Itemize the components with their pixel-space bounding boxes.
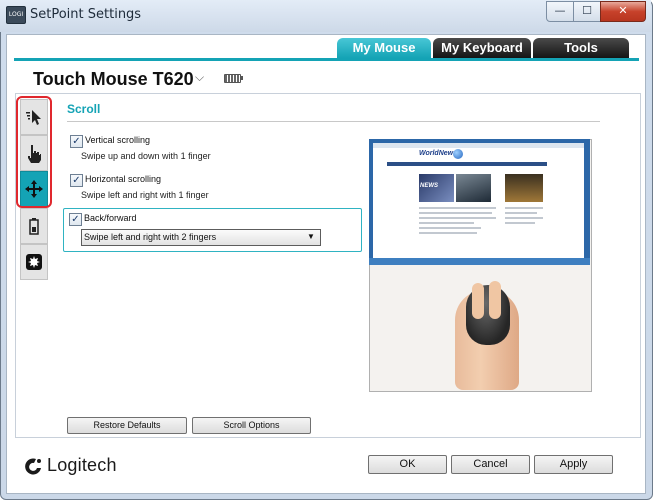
preview-text-line (419, 232, 477, 234)
preview-text-line (419, 227, 481, 229)
scroll-options-button[interactable]: Scroll Options (192, 417, 311, 434)
cancel-button[interactable]: Cancel (451, 455, 530, 474)
dropdown-arrow-icon[interactable]: ▼ (307, 232, 315, 241)
vertical-scrolling-description: Swipe up and down with 1 finger (81, 151, 211, 161)
tab-tools[interactable]: Tools (533, 38, 629, 58)
side-tabs-highlight (16, 96, 52, 208)
horizontal-scrolling-description: Swipe left and right with 1 finger (81, 190, 209, 200)
settings-icon (26, 254, 42, 270)
preview-news-headline: NEWS (420, 183, 438, 189)
preview-text-line (456, 207, 496, 209)
chevron-down-icon[interactable]: ⌵ (195, 70, 204, 85)
preview-text-line (505, 212, 537, 214)
finger-illustration (472, 283, 484, 319)
window-title: SetPoint Settings (30, 7, 142, 22)
preview-taskbar (369, 258, 590, 265)
battery-icon (29, 218, 39, 235)
back-forward-select-value: Swipe left and right with 2 fingers (84, 232, 217, 242)
globe-icon (453, 149, 463, 159)
horizontal-scrolling-checkbox[interactable]: ✓ (70, 174, 83, 187)
maximize-button[interactable]: ☐ (573, 1, 601, 22)
preview-text-line (456, 212, 492, 214)
side-tab-settings[interactable] (20, 244, 48, 280)
tab-my-keyboard[interactable]: My Keyboard (433, 38, 531, 58)
vertical-scrolling-checkbox[interactable]: ✓ (70, 135, 83, 148)
preview-text-line (419, 222, 474, 224)
brand-name: Logitech (47, 455, 117, 475)
preview-text-line (456, 217, 496, 219)
preview-photo-image (456, 174, 491, 202)
logitech-logo-icon (25, 458, 41, 475)
preview-text-line (505, 217, 543, 219)
minimize-button[interactable]: — (546, 1, 574, 22)
preview-site-logo: WorldNews (419, 150, 457, 157)
device-name: Touch Mouse T620 (33, 69, 194, 89)
horizontal-scrolling-label[interactable]: Horizontal scrolling (85, 174, 161, 184)
section-divider (67, 121, 600, 122)
ok-button[interactable]: OK (368, 455, 447, 474)
finger-illustration (489, 281, 501, 319)
setpoint-app-icon: LOGI (6, 6, 26, 24)
tab-my-mouse[interactable]: My Mouse (337, 38, 431, 58)
battery-tip (241, 76, 243, 80)
restore-defaults-button[interactable]: Restore Defaults (67, 417, 187, 434)
back-forward-label[interactable]: Back/forward (84, 213, 137, 223)
preview-site-navbar (387, 162, 547, 166)
close-button[interactable]: ✕ (600, 1, 646, 22)
tab-underline (14, 58, 639, 61)
preview-photo-image (505, 174, 543, 202)
preview-text-line (505, 207, 543, 209)
section-title: Scroll (67, 102, 101, 116)
apply-button[interactable]: Apply (534, 455, 613, 474)
battery-icon (224, 74, 241, 83)
preview-text-line (505, 222, 535, 224)
preview-browser-toolbar (373, 143, 584, 148)
back-forward-checkbox[interactable]: ✓ (69, 213, 82, 226)
side-tab-battery[interactable] (20, 208, 48, 244)
vertical-scrolling-label[interactable]: Vertical scrolling (85, 135, 150, 145)
